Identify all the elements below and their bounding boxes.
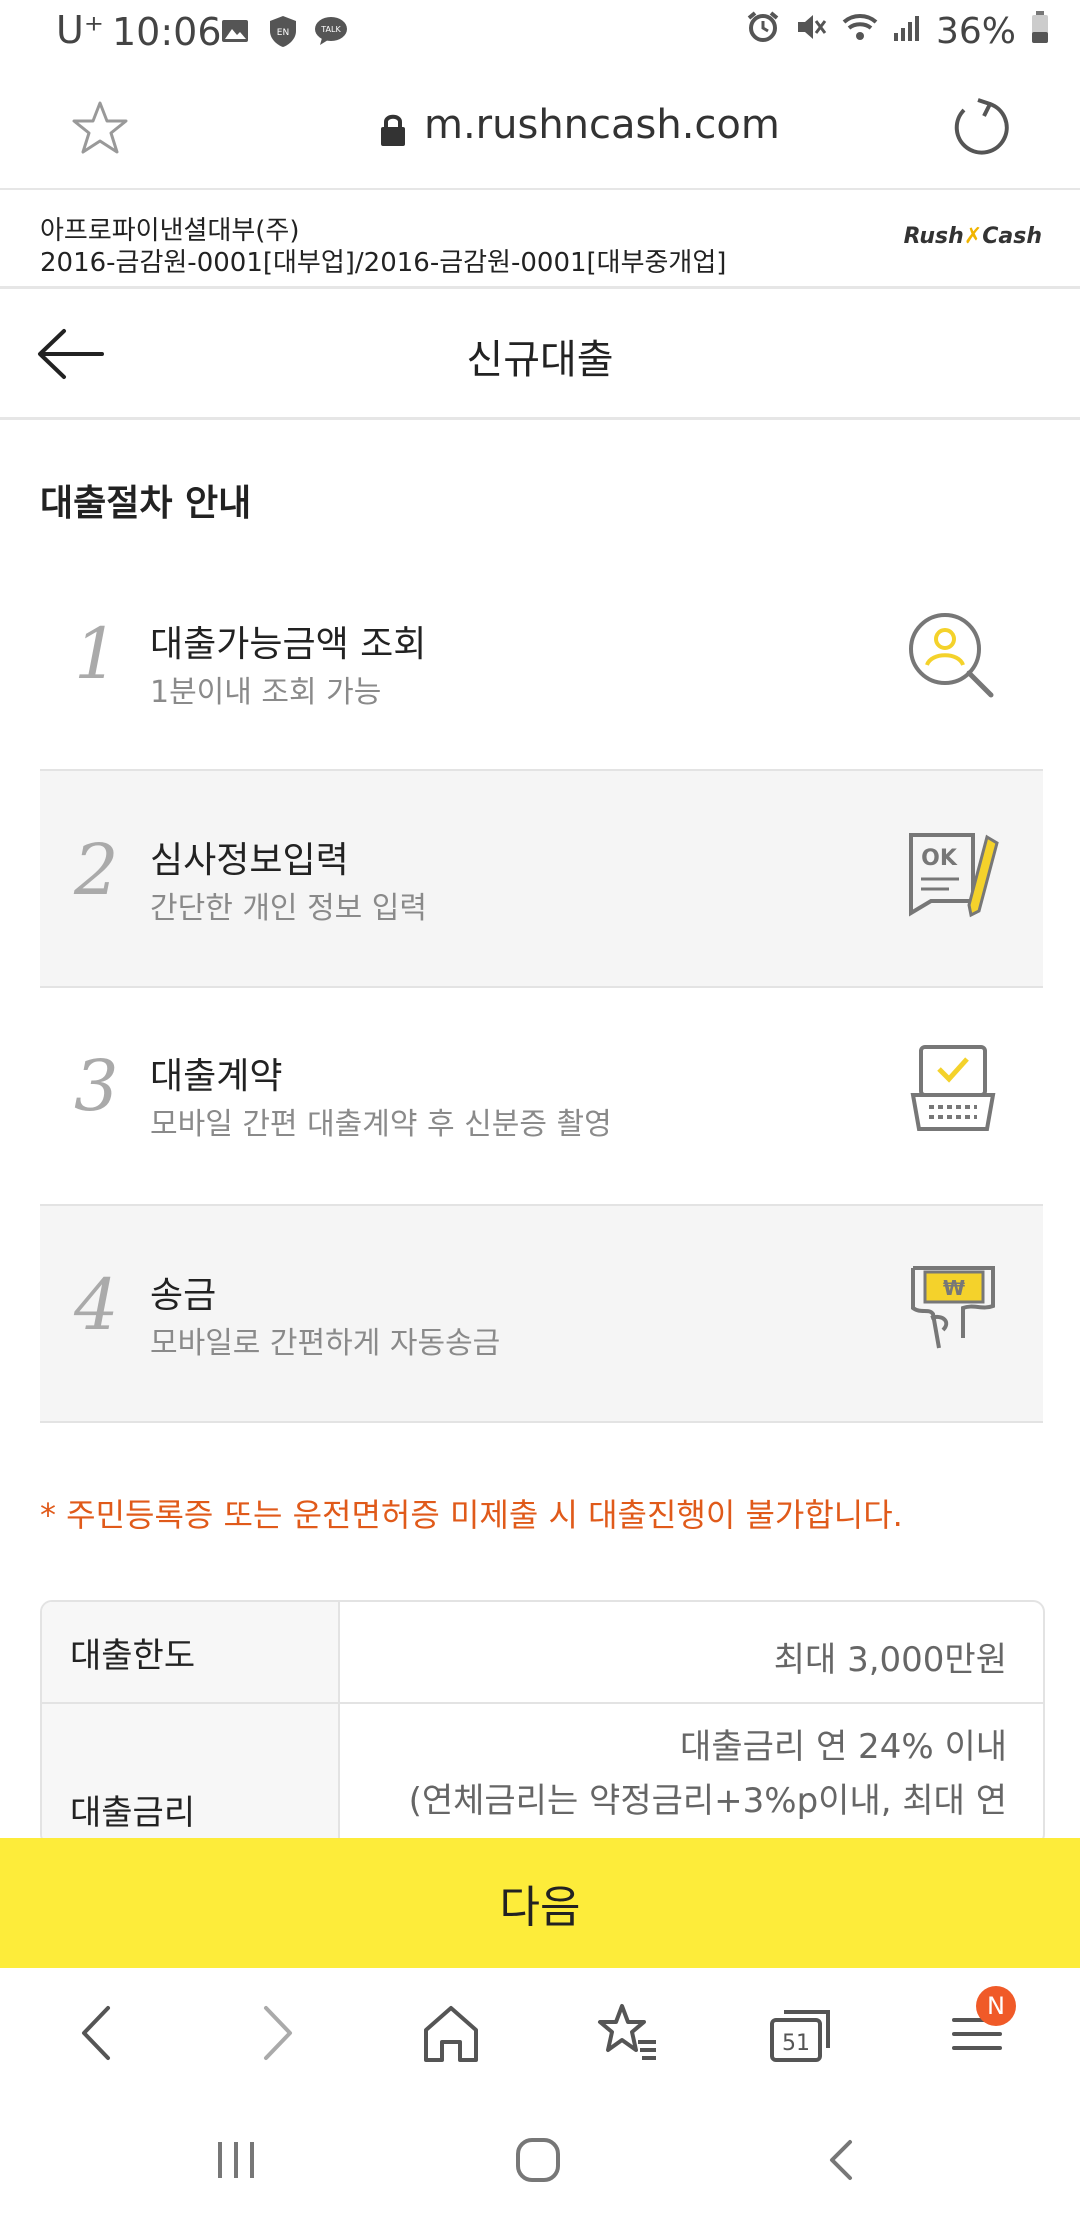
loan-info-table: 대출한도 최대 3,000만원 대출금리 대출금리 연 24% 이내 (연체금리… (40, 1600, 1045, 1846)
battery-icon (1030, 10, 1050, 53)
system-icons: 36% (746, 10, 1050, 53)
step-title: 대출계약 (150, 1056, 283, 1097)
tabs-icon[interactable]: 51 (766, 1998, 836, 2068)
browser-forward-icon[interactable] (240, 1998, 310, 2068)
bookmark-star-icon[interactable] (70, 98, 130, 158)
step-number: 1 (74, 613, 119, 695)
status-time: 10:06 (112, 10, 222, 54)
gallery-icon (218, 14, 252, 48)
step-number: 4 (74, 1264, 119, 1346)
table-row: 대출금리 대출금리 연 24% 이내 (연체금리는 약정금리+3%p이내, 최대… (42, 1704, 1043, 1844)
step-number: 2 (74, 829, 119, 911)
logo-left-text: Rush (903, 224, 964, 249)
svg-text:₩: ₩ (943, 1276, 965, 1300)
tab-count: 51 (782, 2031, 810, 2056)
step-item: 1 대출가능금액 조회 1분이내 조회 가능 (40, 555, 1043, 770)
browser-back-icon[interactable] (64, 1998, 134, 2068)
recent-apps-icon[interactable] (206, 2130, 266, 2190)
row-value: 대출금리 연 24% 이내 (연체금리는 약정금리+3%p이내, 최대 연 (340, 1704, 1043, 1844)
step-item: 4 송금 모바일로 간편하게 자동송금 ₩ (40, 1204, 1043, 1423)
step-desc: 모바일 간편 대출계약 후 신분증 촬영 (150, 1107, 612, 1142)
menu-badge: N (976, 1986, 1016, 2026)
logo-mark: ✗ (963, 224, 983, 249)
talk-icon: TALK (314, 14, 348, 48)
url-text[interactable]: m.rushncash.com (424, 102, 780, 148)
row-value: 최대 3,000만원 (773, 1640, 1007, 1680)
browser-toolbar: 51 (0, 1968, 1080, 2100)
table-row: 대출한도 최대 3,000만원 (42, 1602, 1043, 1704)
status-bar: U⁺ 10:06 EN TALK 36% (0, 0, 1080, 70)
rate-line-1: 대출금리 연 24% 이내 (680, 1727, 1007, 1767)
step-desc: 간단한 개인 정보 입력 (150, 891, 428, 926)
company-header: 아프로파이낸셜대부(주) 2016-금감원-0001[대부업]/2016-금감원… (0, 190, 1080, 289)
system-back-icon[interactable] (812, 2130, 872, 2190)
step-number: 3 (74, 1045, 119, 1127)
back-arrow-icon[interactable] (36, 327, 106, 381)
rate-line-2: (연체금리는 약정금리+3%p이내, 최대 연 (408, 1781, 1007, 1821)
bookmarks-icon[interactable] (592, 1998, 662, 2068)
section-title: 대출절차 안내 (40, 483, 252, 524)
signal-icon (892, 11, 922, 52)
wifi-icon (842, 11, 878, 52)
mute-icon (794, 10, 828, 53)
document-pencil-icon: OK (903, 823, 1003, 923)
battery-label: 36% (935, 11, 1016, 52)
carrier-label: U⁺ (56, 8, 104, 52)
page-title: 신규대출 (466, 337, 614, 383)
url-bar: m.rushncash.com (0, 70, 1080, 190)
vpn-shield-icon: EN (266, 14, 300, 48)
logo-right-text: Cash (982, 224, 1042, 249)
lock-icon (378, 112, 408, 148)
step-title: 심사정보입력 (150, 840, 349, 881)
page-header: 신규대출 (0, 289, 1080, 420)
svg-text:OK: OK (921, 846, 958, 871)
home-circle-icon[interactable] (508, 2130, 568, 2190)
step-title: 대출가능금액 조회 (150, 624, 427, 665)
notification-icons: EN TALK (218, 14, 348, 48)
system-nav-bar (0, 2100, 1080, 2220)
row-label: 대출금리 (42, 1704, 340, 1844)
reload-icon[interactable] (950, 96, 1012, 158)
rushncash-logo[interactable]: Rush✗Cash (904, 224, 1042, 249)
step-desc: 모바일로 간편하게 자동송금 (150, 1326, 501, 1361)
home-icon[interactable] (416, 1998, 486, 2068)
money-transfer-icon: ₩ (903, 1258, 1003, 1358)
row-label: 대출한도 (42, 1602, 340, 1702)
alarm-icon (746, 10, 780, 53)
step-desc: 1분이내 조회 가능 (150, 675, 382, 710)
svg-text:TALK: TALK (320, 25, 341, 34)
person-search-icon (903, 607, 1003, 707)
id-required-notice: * 주민등록증 또는 운전면허증 미제출 시 대출진행이 불가합니다. (40, 1496, 903, 1534)
contract-check-icon (903, 1039, 1003, 1139)
step-title: 송금 (150, 1275, 217, 1316)
company-registration: 2016-금감원-0001[대부업]/2016-금감원-0001[대부중개업] (40, 248, 727, 278)
next-button[interactable]: 다음 (0, 1838, 1080, 1968)
step-item: 3 대출계약 모바일 간편 대출계약 후 신분증 촬영 (40, 987, 1043, 1202)
svg-text:EN: EN (277, 28, 289, 38)
step-item: 2 심사정보입력 간단한 개인 정보 입력 OK (40, 769, 1043, 988)
